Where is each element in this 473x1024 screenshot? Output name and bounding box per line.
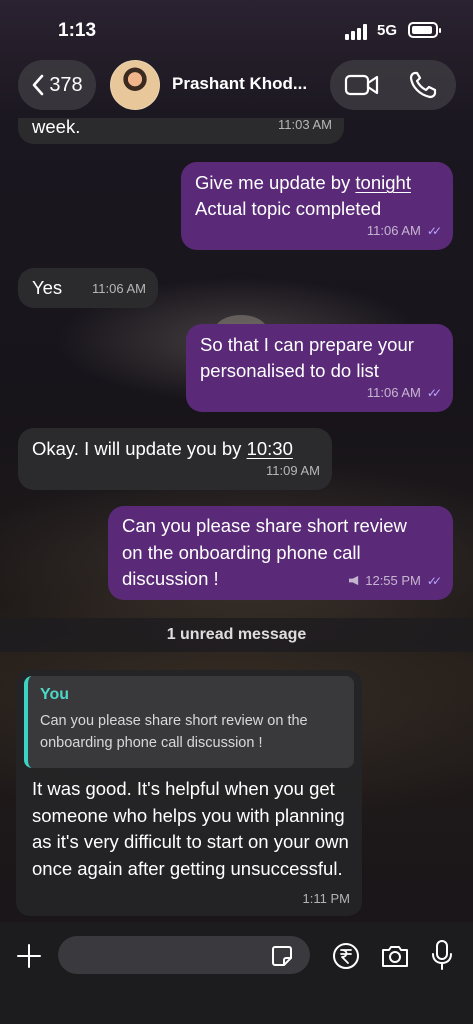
message-text: So that I can prepare your personalised … (200, 332, 439, 384)
read-ticks-icon: ✓✓ (426, 573, 442, 588)
battery-icon (408, 22, 441, 38)
message-outgoing[interactable]: Give me update by tonight Actual topic c… (181, 162, 453, 250)
status-bar: 1:13 5G (0, 0, 473, 56)
message-time: 11:06 AM (366, 385, 421, 400)
message-incoming[interactable]: Yes 11:06 AM (18, 268, 158, 308)
message-text: Yes (32, 277, 63, 298)
camera-button[interactable] (380, 942, 410, 970)
message-text: It was good. It's helpful when you get s… (32, 778, 349, 879)
contact-avatar[interactable] (110, 60, 160, 110)
chat-header: 378 Prashant Khod... (0, 56, 473, 118)
back-button[interactable]: 378 (18, 60, 96, 110)
time-link[interactable]: 10:30 (247, 438, 293, 459)
unread-divider: 1 unread message (0, 618, 473, 652)
megaphone-icon (349, 576, 359, 586)
sticker-button[interactable] (270, 944, 294, 968)
video-camera-icon (344, 74, 379, 96)
message-text-part: personalised to do list (200, 360, 379, 381)
message-incoming-reply[interactable]: You Can you please share short review on… (16, 670, 362, 916)
message-time: 1:11 PM (302, 891, 350, 906)
read-ticks-icon: ✓✓ (426, 386, 442, 400)
quote-author: You (40, 686, 70, 703)
voice-call-button[interactable] (406, 70, 442, 100)
message-time: 11:03 AM (278, 118, 332, 132)
unread-label: 1 unread message (166, 626, 307, 643)
message-text-part: Give me update by (195, 172, 356, 193)
phone-icon (409, 71, 437, 99)
message-text-part: Okay. I will update you by (32, 438, 247, 459)
message-meta: 11:06 AM ✓✓ (366, 218, 442, 244)
message-text-part: on the onboarding phone call (122, 541, 361, 563)
message-meta: 12:55 PM ✓✓ (348, 568, 442, 595)
message-outgoing[interactable]: Can you please share short review on the… (108, 506, 453, 600)
message-meta: 11:09 AM (266, 458, 320, 484)
message-list[interactable]: week. 11:03 AM Give me update by tonight… (0, 118, 473, 922)
message-meta: 11:06 AM (92, 276, 146, 302)
message-meta: 11:03 AM (278, 118, 332, 138)
chevron-left-icon (33, 74, 44, 96)
message-text-part: Actual topic completed (195, 198, 382, 219)
message-time: 11:06 AM (92, 281, 146, 296)
message-text: Give me update by tonight Actual topic c… (195, 170, 439, 222)
attach-plus-button[interactable] (14, 940, 44, 970)
message-text-part: So that I can prepare your (200, 334, 414, 355)
video-call-button[interactable] (342, 70, 382, 100)
message-time: 11:09 AM (266, 463, 320, 478)
payment-button[interactable] (332, 942, 360, 970)
rupee-icon (333, 943, 359, 969)
message-meta: 1:11 PM (303, 891, 350, 906)
message-meta: 11:06 AM ✓✓ (366, 380, 442, 406)
message-outgoing[interactable]: So that I can prepare your personalised … (186, 324, 453, 412)
contact-name[interactable]: Prashant Khod... (172, 74, 318, 94)
composer-bar (0, 922, 473, 1024)
date-link[interactable]: tonight (355, 172, 411, 193)
message-text: week. (32, 118, 81, 137)
message-incoming[interactable]: week. 11:03 AM (18, 118, 344, 144)
sticker-icon (272, 946, 292, 966)
signal-icon (345, 24, 371, 40)
microphone-icon (432, 940, 452, 970)
message-time: 11:06 AM (366, 223, 421, 238)
message-text-part: Can you please share short review (122, 515, 407, 536)
quoted-message[interactable]: You Can you please share short review on… (24, 676, 354, 768)
network-label: 5G (377, 22, 398, 39)
message-incoming[interactable]: Okay. I will update you by 10:30 11:09 A… (18, 428, 332, 490)
message-text-part: discussion ! (122, 568, 219, 589)
back-count: 378 (49, 73, 83, 96)
status-time: 1:13 (58, 20, 97, 41)
camera-icon (382, 946, 408, 967)
message-time: 12:55 PM (365, 572, 421, 588)
quote-text: Can you please share short review on the… (40, 713, 308, 751)
microphone-button[interactable] (430, 939, 454, 971)
read-ticks-icon: ✓✓ (426, 224, 442, 238)
